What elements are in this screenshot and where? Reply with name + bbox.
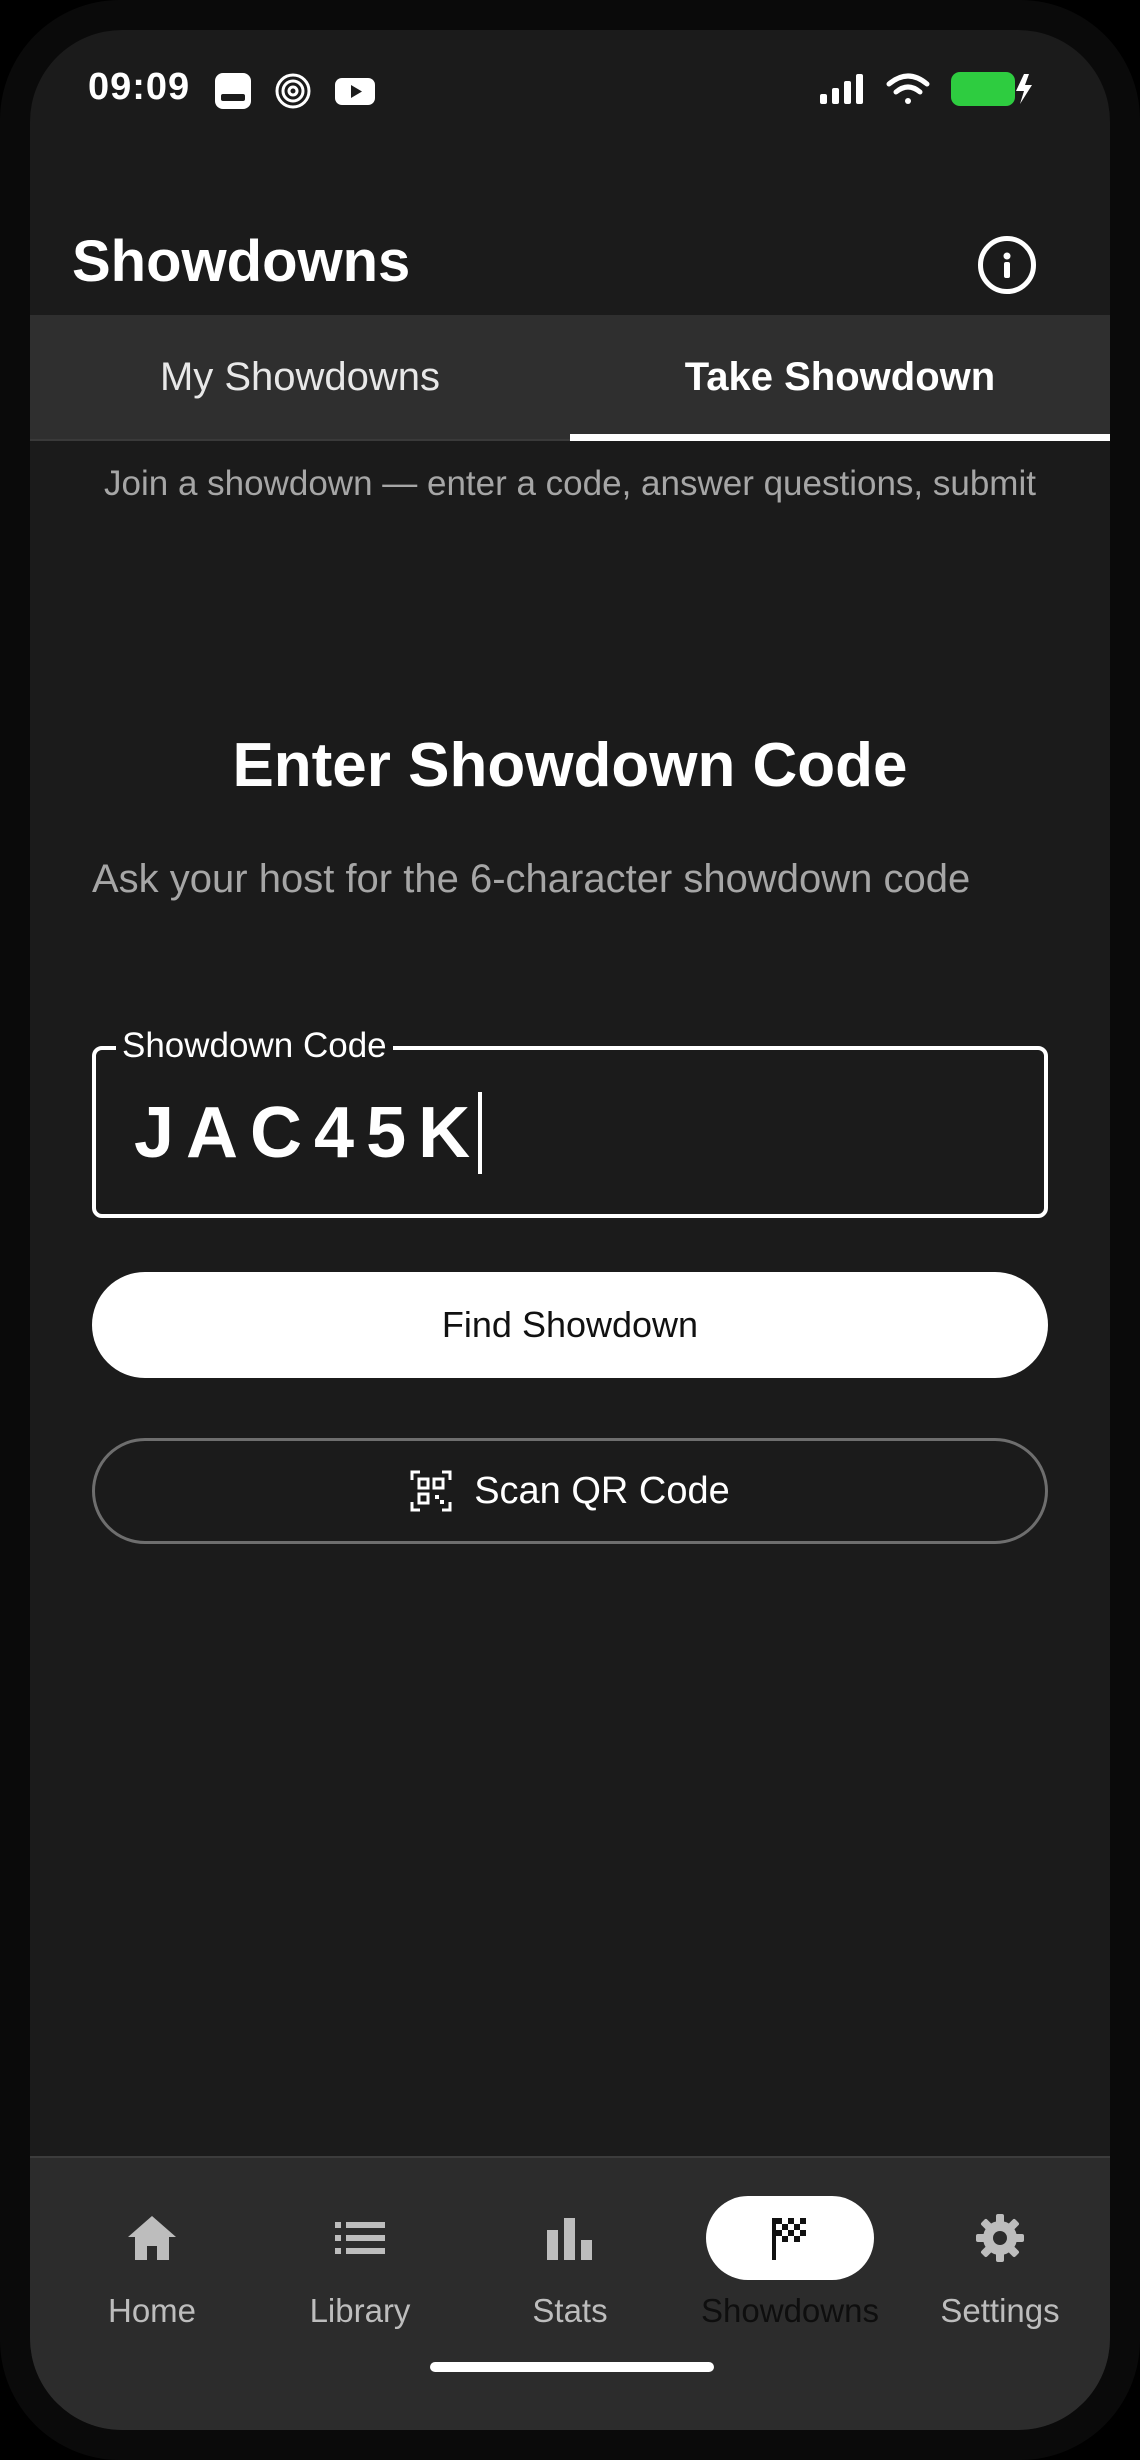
gear-icon: [976, 2214, 1024, 2262]
scan-qr-code-button[interactable]: Scan QR Code: [92, 1438, 1048, 1544]
status-time: 09:09: [88, 66, 191, 108]
nav-label-stats: Stats: [532, 2292, 608, 2329]
wifi-icon: [886, 72, 930, 111]
tab-bar: My Showdowns Take Showdown: [30, 315, 1110, 441]
nav-item-stats[interactable]: Stats: [470, 2196, 670, 2346]
info-icon: [1003, 252, 1011, 278]
showdown-code-field[interactable]: Showdown Code JAC45K: [92, 1026, 1048, 1218]
checkered-flag-icon: [772, 2218, 806, 2260]
section-description: Ask your host for the 6-character showdo…: [92, 857, 971, 901]
info-button[interactable]: [978, 236, 1036, 294]
bottom-nav: Home Library Stats Showdowns Settings: [30, 2156, 1110, 2430]
battery-charging-icon: [950, 70, 1036, 113]
screen: 09:09 Showdowns My Showdowns Take Showdo…: [30, 30, 1110, 2430]
nav-item-settings[interactable]: Settings: [900, 2196, 1100, 2346]
nav-label-home: Home: [107, 2292, 197, 2329]
status-indicators: [820, 70, 1036, 113]
signal-icon: [820, 74, 866, 109]
qr-code-icon: [410, 1470, 452, 1512]
status-bar: 09:09: [30, 30, 1110, 150]
tab-take-showdown[interactable]: Take Showdown: [570, 315, 1110, 441]
list-icon: [335, 2222, 385, 2254]
text-caret: [478, 1092, 483, 1174]
page-title: Showdowns: [72, 229, 411, 294]
tab-subtitle: Join a showdown — enter a code, answer q…: [104, 464, 1036, 503]
home-icon: [128, 2216, 176, 2260]
nav-label-showdowns: Showdowns: [701, 2292, 879, 2329]
section-title: Enter Showdown Code: [232, 731, 908, 800]
showdown-code-value: JAC45K: [134, 1093, 483, 1173]
notification-app-icon: [214, 72, 252, 115]
spiral-icon: [274, 72, 312, 115]
app-header: Showdowns: [30, 200, 1110, 320]
showdown-code-input[interactable]: JAC45K: [134, 1092, 483, 1174]
nav-item-showdowns[interactable]: Showdowns: [690, 2196, 890, 2346]
nav-label-settings: Settings: [940, 2292, 1060, 2329]
scan-qr-code-label: Scan QR Code: [474, 1469, 730, 1512]
home-indicator[interactable]: [430, 2362, 714, 2372]
showdown-code-label: Showdown Code: [116, 1026, 393, 1066]
find-showdown-button[interactable]: Find Showdown: [92, 1272, 1048, 1378]
tab-my-showdowns[interactable]: My Showdowns: [30, 315, 570, 439]
nav-label-library: Library: [309, 2292, 411, 2329]
device-frame: 09:09 Showdowns My Showdowns Take Showdo…: [0, 0, 1140, 2460]
youtube-icon: [334, 72, 376, 115]
nav-item-library[interactable]: Library: [260, 2196, 460, 2346]
nav-item-home[interactable]: Home: [52, 2196, 252, 2346]
bar-chart-icon: [547, 2218, 592, 2260]
